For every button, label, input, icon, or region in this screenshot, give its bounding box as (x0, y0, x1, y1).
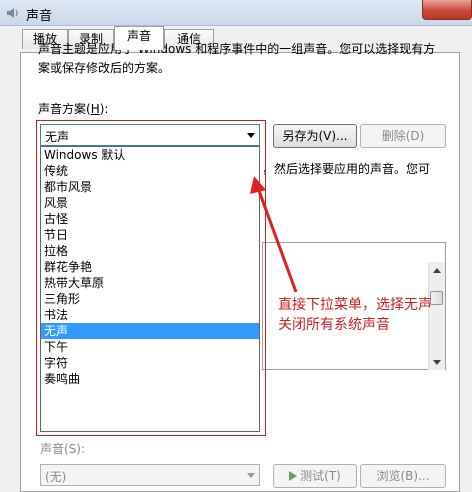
chevron-down-icon (247, 473, 255, 478)
tab-sounds[interactable]: 声音 (114, 26, 164, 50)
sound-select[interactable]: (无) (40, 464, 260, 486)
sound-label: 声音(S): (40, 442, 86, 456)
annotation-arrow-icon (250, 176, 298, 293)
play-icon (289, 471, 298, 481)
browse-button[interactable]: 浏览(B)... (360, 464, 446, 488)
test-button[interactable]: 测试(T) (273, 464, 357, 488)
sound-selected-value: (无) (45, 470, 67, 484)
annotation-text: 直接下拉菜单，选择无声关闭所有系统声音 (278, 297, 432, 333)
test-button-label: 测试(T) (300, 469, 341, 483)
